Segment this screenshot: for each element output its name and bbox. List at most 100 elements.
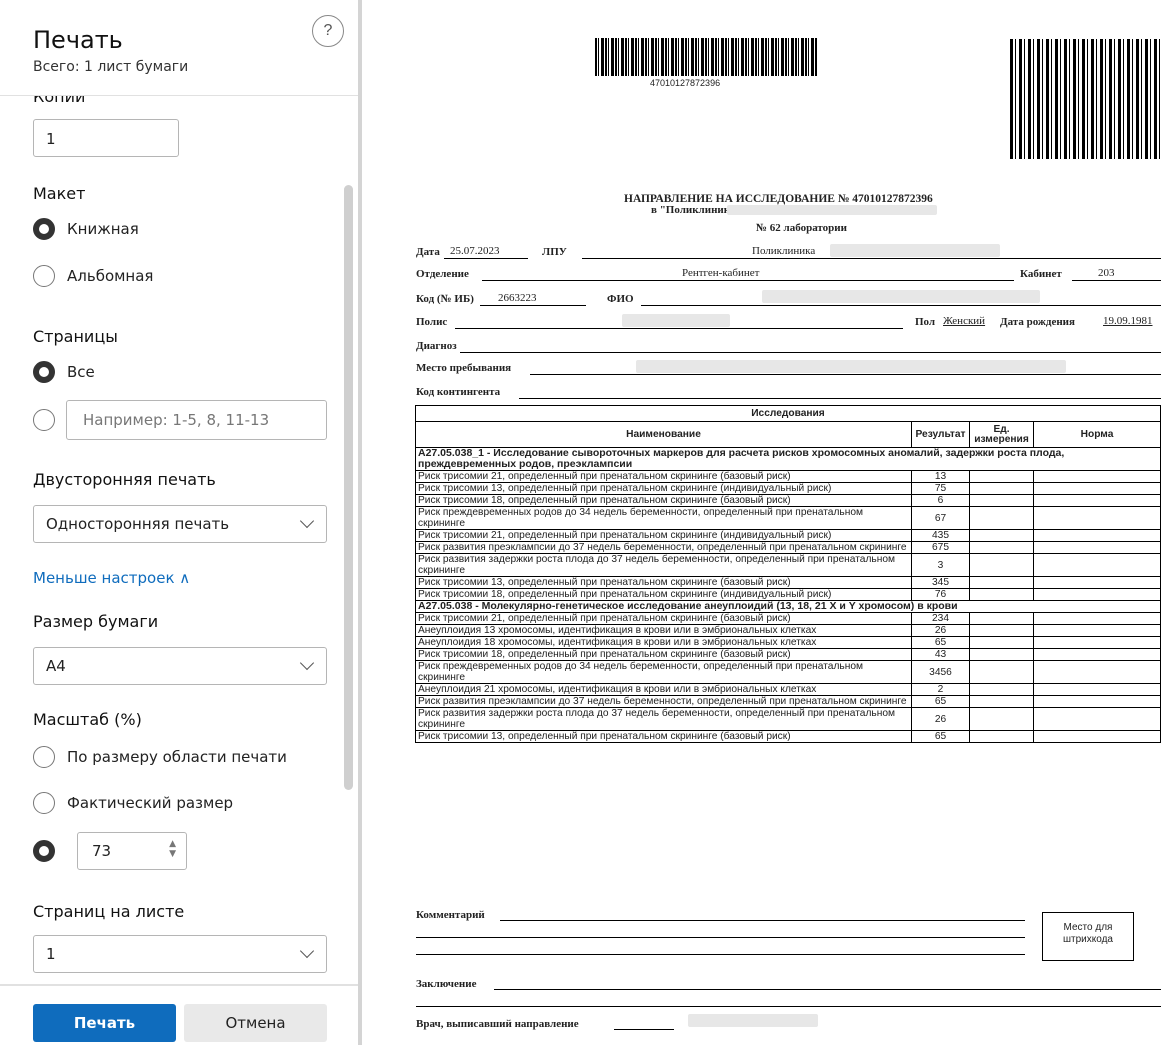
conclusion-label: Заключение	[416, 978, 477, 990]
help-icon[interactable]: ?	[312, 15, 344, 47]
scale-input[interactable]: 73 ▲ ▼	[77, 832, 187, 870]
settings-scroll-area[interactable]: Копии 1 Макет Книжная Альбомная Страницы…	[0, 96, 358, 730]
table-row: Анеуплоидия 18 хромосомы, идентификация …	[415, 636, 1161, 649]
test-name: Риск развития задержки роста плода до 37…	[415, 553, 912, 577]
dob-value: 19.09.1981	[1103, 315, 1153, 327]
test-name: Риск трисомии 13, определенный при прена…	[415, 576, 912, 589]
table-body: A27.05.038_1 - Исследование сывороточных…	[415, 447, 1161, 743]
underline	[455, 328, 903, 329]
scrollbar-thumb[interactable]	[344, 185, 353, 790]
test-result: 345	[911, 576, 970, 589]
portrait-radio[interactable]	[33, 218, 55, 240]
copies-input[interactable]: 1	[33, 119, 179, 157]
redacted-text	[830, 244, 1000, 257]
scale-label: Масштаб (%)	[33, 710, 142, 729]
table-row: Риск развития задержки роста плода до 37…	[415, 707, 1161, 731]
table-row: Риск преждевременных родов до 34 недель …	[415, 660, 1161, 684]
test-norm	[1033, 588, 1161, 601]
test-name: Риск трисомии 21, определенный при прена…	[415, 529, 912, 542]
date-value: 25.07.2023	[450, 245, 500, 257]
pages-all-radio[interactable]	[33, 361, 55, 383]
landscape-radio[interactable]	[33, 265, 55, 287]
table-row: Риск трисомии 13, определенный при прена…	[415, 576, 1161, 589]
test-unit	[969, 707, 1034, 731]
table-row: Риск преждевременных родов до 34 недель …	[415, 506, 1161, 530]
research-table: Исследования Наименование Результат Ед. …	[415, 405, 1161, 743]
test-result: 3456	[911, 660, 970, 684]
test-norm	[1033, 624, 1161, 637]
test-unit	[969, 529, 1034, 542]
test-norm	[1033, 695, 1161, 708]
barcode-number: 47010127872396	[650, 78, 721, 88]
test-norm	[1033, 482, 1161, 495]
test-unit	[969, 470, 1034, 483]
contingent-label: Код контингента	[416, 386, 501, 398]
test-norm	[1033, 730, 1161, 743]
test-result: 65	[911, 730, 970, 743]
department-label: Отделение	[416, 268, 469, 280]
paper-size-select[interactable]: A4	[33, 647, 327, 685]
department-value: Рентген-кабинет	[682, 267, 760, 279]
cancel-button[interactable]: Отмена	[184, 1004, 327, 1042]
test-norm	[1033, 660, 1161, 684]
test-unit	[969, 660, 1034, 684]
pages-per-sheet-select[interactable]: 1	[33, 935, 327, 973]
layout-label: Макет	[33, 184, 86, 203]
scale-actual-label: Фактический размер	[67, 794, 234, 812]
test-result: 2	[911, 683, 970, 696]
sex-value: Женский	[943, 315, 986, 327]
test-name: Анеуплоидия 18 хромосомы, идентификация …	[415, 636, 912, 649]
spinner-icon[interactable]: ▲ ▼	[169, 839, 176, 859]
cabinet-label: Кабинет	[1020, 268, 1062, 280]
redacted-text	[622, 314, 730, 327]
pages-range-input[interactable]: Например: 1-5, 8, 11-13	[66, 400, 327, 440]
redacted-text	[636, 360, 1066, 373]
duplex-select[interactable]: Односторонняя печать	[33, 505, 327, 543]
pages-custom-radio[interactable]	[33, 409, 55, 431]
group-row: A27.05.038 - Молекулярно-генетическое ис…	[415, 600, 1161, 613]
test-result: 43	[911, 648, 970, 661]
doctor-label: Врач, выписавший направление	[416, 1018, 579, 1030]
test-result: 65	[911, 636, 970, 649]
underline	[519, 398, 1161, 399]
test-unit	[969, 541, 1034, 554]
underline	[480, 305, 586, 306]
redacted-text	[762, 290, 1040, 303]
paper-size-label: Размер бумаги	[33, 612, 159, 631]
test-unit	[969, 683, 1034, 696]
table-row: Анеуплоидия 21 хромосомы, идентификация …	[415, 683, 1161, 696]
test-norm	[1033, 470, 1161, 483]
col-unit: Ед. измерения	[969, 421, 1034, 448]
test-result: 26	[911, 624, 970, 637]
test-norm	[1033, 576, 1161, 589]
test-name: Риск развития преэклампсии до 37 недель …	[415, 541, 912, 554]
referral-to: в "Поликлиника	[651, 204, 736, 216]
underline	[614, 1029, 674, 1030]
test-result: 234	[911, 612, 970, 625]
test-name: Риск развития задержки роста плода до 37…	[415, 707, 912, 731]
less-settings-link[interactable]: Меньше настроек ∧	[33, 569, 190, 587]
scale-fit-radio[interactable]	[33, 746, 55, 768]
pages-per-sheet-label: Страниц на листе	[33, 902, 185, 921]
test-unit	[969, 588, 1034, 601]
scale-custom-radio[interactable]	[33, 840, 55, 862]
test-name: Анеуплоидия 21 хромосомы, идентификация …	[415, 683, 912, 696]
footer-divider-line	[0, 984, 358, 985]
underline	[416, 937, 1025, 938]
print-button[interactable]: Печать	[33, 1004, 176, 1042]
table-row: Риск трисомии 21, определенный при прена…	[415, 470, 1161, 483]
underline	[444, 258, 528, 259]
test-unit	[969, 494, 1034, 507]
test-result: 67	[911, 506, 970, 530]
chevron-down-icon	[299, 655, 315, 671]
record-code-value: 2663223	[498, 292, 537, 304]
comment-label: Комментарий	[416, 909, 485, 921]
lab-number: № 62 лаборатории	[756, 222, 847, 234]
test-result: 76	[911, 588, 970, 601]
scale-actual-radio[interactable]	[33, 792, 55, 814]
table-row: Риск развития преэклампсии до 37 недель …	[415, 695, 1161, 708]
portrait-label: Книжная	[67, 220, 139, 238]
pages-per-sheet-value: 1	[46, 945, 56, 963]
test-norm	[1033, 636, 1161, 649]
table-row: Анеуплоидия 13 хромосомы, идентификация …	[415, 624, 1161, 637]
